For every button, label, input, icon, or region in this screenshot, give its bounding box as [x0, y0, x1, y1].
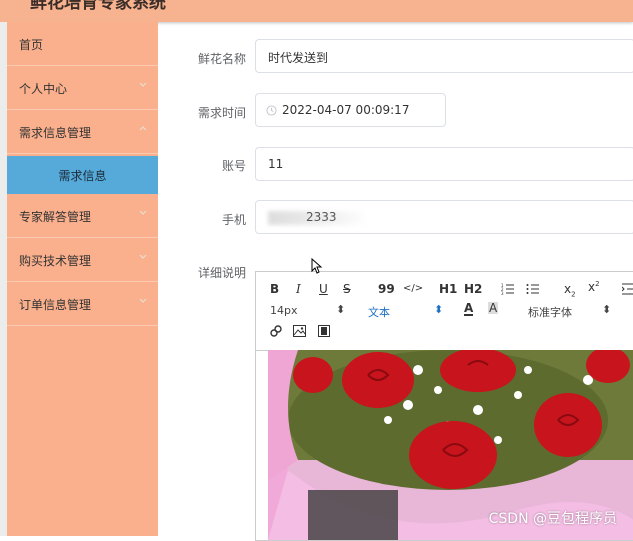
sidebar-subitem-demand-info[interactable]: 需求信息: [7, 156, 158, 194]
sidebar-item-personal-center[interactable]: 个人中心: [7, 66, 158, 110]
chevron-down-icon: [139, 210, 147, 215]
demand-time-value: 2022-04-07 00:09:17: [282, 103, 410, 117]
link-icon[interactable]: [270, 325, 282, 337]
demand-time-picker[interactable]: 2022-04-07 00:09:17: [255, 93, 446, 127]
chevron-down-icon: [139, 298, 147, 303]
indent-icon[interactable]: [622, 283, 633, 295]
sidebar: 首页 个人中心 需求信息管理 需求信息 专家解答管理 购买技术管理 订单信息管理: [7, 22, 158, 536]
app-title: 鲜花培育专家系统: [30, 0, 166, 13]
phone-label: 手机: [221, 213, 246, 227]
left-edge-strip: [0, 22, 7, 536]
sidebar-item-order-info[interactable]: 订单信息管理: [7, 282, 158, 326]
strike-button[interactable]: S: [343, 282, 351, 296]
flower-name-label: 鲜花名称: [197, 52, 246, 66]
font-family-select[interactable]: 标准字体: [528, 304, 572, 320]
sidebar-item-label: 需求信息管理: [19, 126, 92, 140]
account-label: 账号: [221, 159, 246, 173]
subscript-button[interactable]: x2: [564, 282, 576, 298]
sidebar-item-label: 购买技术管理: [19, 254, 92, 268]
chevron-down-icon: [139, 82, 147, 87]
bold-button[interactable]: B: [270, 282, 279, 296]
account-input[interactable]: 11: [255, 147, 633, 181]
sidebar-item-home[interactable]: 首页: [7, 22, 158, 66]
chevron-down-icon: [139, 254, 147, 259]
sidebar-item-label: 首页: [19, 38, 44, 52]
text-style-select-arrow[interactable]: ⬍: [434, 303, 443, 316]
chevron-up-icon: [139, 126, 147, 131]
svg-text:3: 3: [501, 291, 504, 295]
sidebar-item-purchase-tech[interactable]: 购买技术管理: [7, 238, 158, 282]
phone-value: 2333: [306, 210, 337, 224]
list-bullet-icon[interactable]: [526, 283, 540, 295]
demand-time-label: 需求时间: [197, 106, 246, 120]
underline-button[interactable]: U: [319, 282, 328, 296]
font-size-select-arrow[interactable]: ⬍: [336, 303, 345, 316]
blockquote-button[interactable]: 99: [378, 282, 395, 296]
background-color-button[interactable]: A: [488, 302, 499, 314]
h2-button[interactable]: H2: [464, 282, 482, 296]
image-icon[interactable]: [293, 325, 306, 337]
font-color-button[interactable]: A: [464, 302, 474, 316]
flower-name-value: 时代发送到: [268, 51, 329, 65]
code-button[interactable]: </>: [403, 283, 423, 294]
sidebar-item-label: 个人中心: [19, 82, 68, 96]
account-value: 11: [268, 157, 284, 171]
editor-toolbar: B I U S 99 </> H1 H2 123 x2 x2 14px ⬍ 文本…: [256, 272, 633, 351]
flower-name-input[interactable]: 时代发送到: [255, 39, 633, 73]
watermark: CSDN @豆包程序员: [488, 511, 617, 527]
sidebar-item-label: 专家解答管理: [19, 210, 92, 224]
clock-icon: [266, 105, 277, 116]
superscript-button[interactable]: x2: [588, 280, 600, 294]
list-ordered-icon[interactable]: 123: [501, 283, 515, 295]
phone-input[interactable]: 2333: [255, 200, 633, 234]
font-size-select[interactable]: 14px: [270, 304, 298, 317]
text-style-select[interactable]: 文本: [368, 304, 390, 320]
detail-label: 详细说明: [197, 266, 246, 280]
sidebar-item-expert-answer[interactable]: 专家解答管理: [7, 194, 158, 238]
video-icon[interactable]: [318, 325, 330, 337]
sidebar-subitem-label: 需求信息: [58, 169, 107, 183]
h1-button[interactable]: H1: [439, 282, 457, 296]
font-family-select-arrow[interactable]: ⬍: [602, 303, 611, 316]
sidebar-item-demand-management[interactable]: 需求信息管理: [7, 110, 158, 154]
app-header: 鲜花培育专家系统: [0, 0, 633, 22]
mouse-cursor-icon: [311, 258, 323, 274]
rich-text-editor[interactable]: B I U S 99 </> H1 H2 123 x2 x2 14px ⬍ 文本…: [255, 271, 633, 541]
italic-button[interactable]: I: [296, 282, 301, 296]
sidebar-item-label: 订单信息管理: [19, 298, 92, 312]
